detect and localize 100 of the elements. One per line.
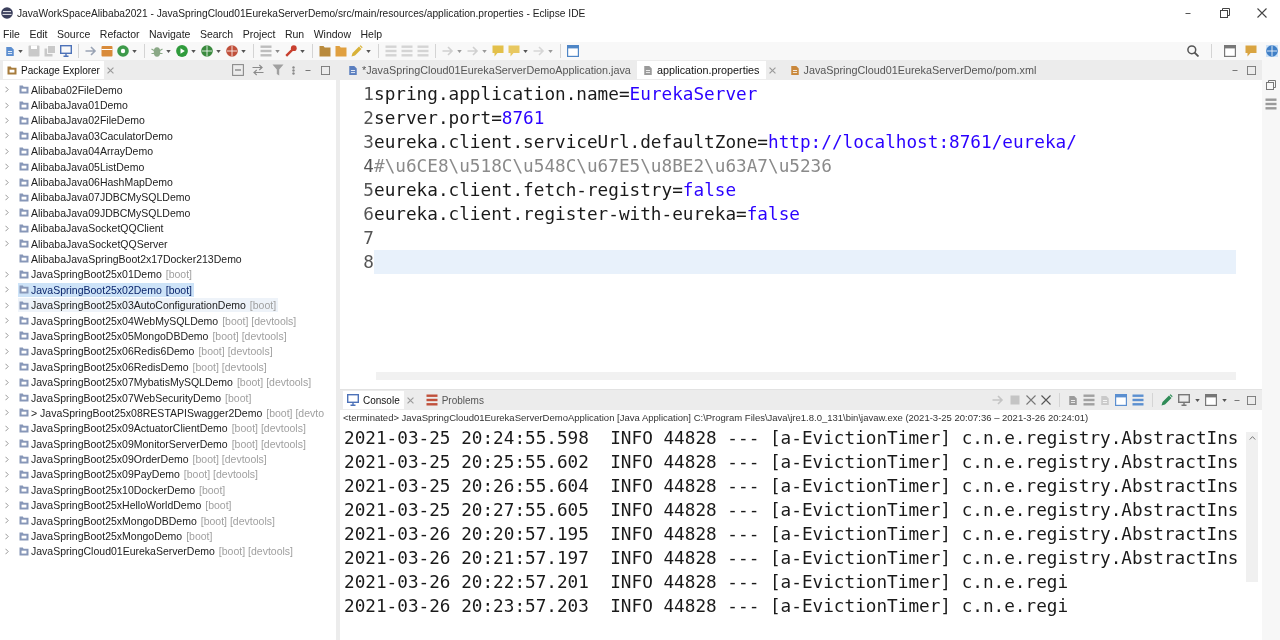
- arrow-icon[interactable]: [85, 45, 97, 57]
- view-tab[interactable]: Console: [343, 391, 404, 409]
- stop-icon[interactable]: [1009, 394, 1021, 406]
- globe-icon[interactable]: [226, 45, 238, 57]
- save-icon[interactable]: [28, 45, 40, 57]
- project-tree-item[interactable]: JavaSpringBoot25x06Redis6Demo [boot] [devtools]: [18, 344, 275, 359]
- close-icon[interactable]: [1257, 8, 1267, 18]
- expand-chevron-icon[interactable]: [5, 147, 9, 155]
- window-icon[interactable]: [1115, 394, 1127, 406]
- restore-icon[interactable]: [1220, 8, 1230, 18]
- list-icon[interactable]: [401, 45, 413, 57]
- dropdown-caret-icon[interactable]: [166, 49, 171, 53]
- window-icon[interactable]: [567, 45, 579, 57]
- project-tree-item[interactable]: AlibabaJava01Demo: [18, 98, 130, 113]
- window-icon[interactable]: [1205, 394, 1217, 406]
- expand-chevron-icon[interactable]: [5, 347, 9, 355]
- list-icon[interactable]: [260, 45, 272, 57]
- project-tree-item[interactable]: Alibaba02FileDemo: [18, 82, 125, 97]
- arrow-icon[interactable]: [467, 45, 479, 57]
- project-tree-item[interactable]: JavaSpringBoot25xMongoDBDemo [boot] [devtools]: [18, 513, 277, 528]
- expand-chevron-icon[interactable]: [5, 240, 9, 248]
- editor-tab[interactable]: application.properties: [636, 61, 766, 79]
- dropdown-caret-icon[interactable]: [523, 49, 528, 53]
- project-tree-item[interactable]: AlibabaJava04ArrayDemo: [18, 144, 155, 159]
- expand-chevron-icon[interactable]: [5, 332, 9, 340]
- project-tree-item[interactable]: JavaSpringCloud01EurekaServerDemo [boot] [devtools]: [18, 544, 295, 559]
- project-tree-item[interactable]: JavaSpringBoot25x09OrderDemo [boot] [devtools]: [18, 452, 269, 467]
- save-all-icon[interactable]: [44, 45, 56, 57]
- expand-chevron-icon[interactable]: [5, 178, 9, 186]
- dropdown-caret-icon[interactable]: [300, 49, 305, 53]
- filter-icon[interactable]: [272, 64, 284, 76]
- project-tree-item[interactable]: JavaSpringBoot25x02Demo [boot]: [18, 282, 195, 297]
- dropdown-caret-icon[interactable]: [366, 49, 371, 53]
- project-tree-item[interactable]: JavaSpringBoot25x06RedisDemo [boot] [devtools]: [18, 359, 269, 374]
- editor-tab[interactable]: *JavaSpringCloud01EurekaServerDemoApplication.java: [342, 61, 637, 79]
- expand-chevron-icon[interactable]: [5, 517, 9, 525]
- minimize-icon[interactable]: [1232, 399, 1242, 401]
- menu-item[interactable]: Source: [57, 28, 91, 40]
- restore-icon[interactable]: [1266, 80, 1276, 90]
- expand-chevron-icon[interactable]: [5, 132, 9, 140]
- project-tree-item[interactable]: AlibabaJavaSocketQQClient: [18, 221, 166, 236]
- project-tree-item[interactable]: AlibabaJava06HashMapDemo: [18, 175, 175, 190]
- list-icon[interactable]: [385, 45, 397, 57]
- dropdown-caret-icon[interactable]: [216, 49, 221, 53]
- dropdown-caret-icon[interactable]: [18, 49, 23, 53]
- speech-bubble-icon[interactable]: [492, 45, 504, 57]
- list-icon[interactable]: [1132, 394, 1144, 406]
- maximize-icon[interactable]: [1247, 395, 1256, 405]
- project-tree-item[interactable]: JavaSpringBoot25x03AutoConfigurationDemo [boot]: [18, 298, 279, 313]
- run-icon[interactable]: [176, 45, 188, 57]
- link-arrows-icon[interactable]: [252, 64, 264, 76]
- expand-chevron-icon[interactable]: [5, 440, 9, 448]
- folder-icon[interactable]: [319, 45, 331, 57]
- expand-chevron-icon[interactable]: [5, 101, 9, 109]
- expand-chevron-icon[interactable]: [5, 394, 9, 401]
- pencil-icon[interactable]: [1161, 394, 1173, 406]
- cross-icon[interactable]: [1041, 395, 1051, 405]
- menu-item[interactable]: Navigate: [149, 28, 191, 40]
- project-tree-item[interactable]: JavaSpringBoot25x09PayDemo [boot] [devtools]: [18, 467, 260, 482]
- expand-chevron-icon[interactable]: [5, 532, 9, 540]
- wrench-icon[interactable]: [285, 45, 297, 57]
- minimize-icon[interactable]: [303, 69, 313, 71]
- project-tree-item[interactable]: > JavaSpringBoot25x08RESTAPISwagger2Demo [boot] [devto: [18, 405, 327, 420]
- expand-chevron-icon[interactable]: [5, 409, 9, 417]
- expand-chevron-icon[interactable]: [5, 486, 9, 494]
- window-icon[interactable]: [1224, 45, 1236, 57]
- kebab-menu-icon[interactable]: [292, 64, 295, 76]
- dropdown-caret-icon[interactable]: [241, 49, 246, 53]
- expand-chevron-icon[interactable]: [5, 193, 9, 201]
- package-icon[interactable]: [101, 45, 113, 57]
- list-icon[interactable]: [417, 45, 429, 57]
- expand-chevron-icon[interactable]: [5, 286, 9, 294]
- project-tree-item[interactable]: AlibabaJava07JDBCMySQLDemo: [18, 190, 193, 205]
- ring-icon[interactable]: [117, 45, 129, 57]
- expand-chevron-icon[interactable]: [5, 317, 9, 325]
- maximize-icon[interactable]: [321, 65, 330, 75]
- cross-icon[interactable]: [1026, 395, 1036, 405]
- project-tree-item[interactable]: JavaSpringBoot25x09ActuatorClientDemo [boot] [devtools]: [18, 421, 308, 436]
- globe-icon[interactable]: [201, 45, 213, 57]
- menu-item[interactable]: Project: [242, 28, 276, 40]
- dropdown-caret-icon[interactable]: [191, 49, 196, 53]
- project-tree-item[interactable]: AlibabaJava03CaculatorDemo: [18, 128, 175, 143]
- menu-item[interactable]: Refactor: [99, 28, 140, 40]
- expand-chevron-icon[interactable]: [5, 455, 9, 463]
- collapse-all-icon[interactable]: [232, 64, 244, 76]
- document-icon[interactable]: [1068, 394, 1078, 406]
- expand-chevron-icon[interactable]: [5, 424, 9, 432]
- arrow-icon[interactable]: [533, 45, 545, 57]
- document-icon[interactable]: [1100, 394, 1110, 406]
- project-tree-item[interactable]: AlibabaJava05ListDemo: [18, 159, 147, 174]
- project-tree-item[interactable]: JavaSpringBoot25xMongoDemo [boot]: [18, 529, 215, 543]
- dropdown-caret-icon[interactable]: [132, 49, 137, 53]
- menu-item[interactable]: Run: [284, 28, 305, 40]
- expand-chevron-icon[interactable]: [5, 209, 9, 217]
- editor-tab[interactable]: JavaSpringCloud01EurekaServerDemo/pom.xml: [783, 61, 1043, 79]
- project-tree-item[interactable]: JavaSpringBoot25xHelloWorldDemo [boot]: [18, 498, 234, 513]
- project-tree-item[interactable]: JavaSpringBoot25x10DockerDemo [boot]: [18, 482, 228, 497]
- monitor-icon[interactable]: [1178, 394, 1190, 406]
- project-tree-item[interactable]: JavaSpringBoot25x01Demo [boot]: [18, 267, 195, 282]
- search-icon[interactable]: [1187, 45, 1199, 57]
